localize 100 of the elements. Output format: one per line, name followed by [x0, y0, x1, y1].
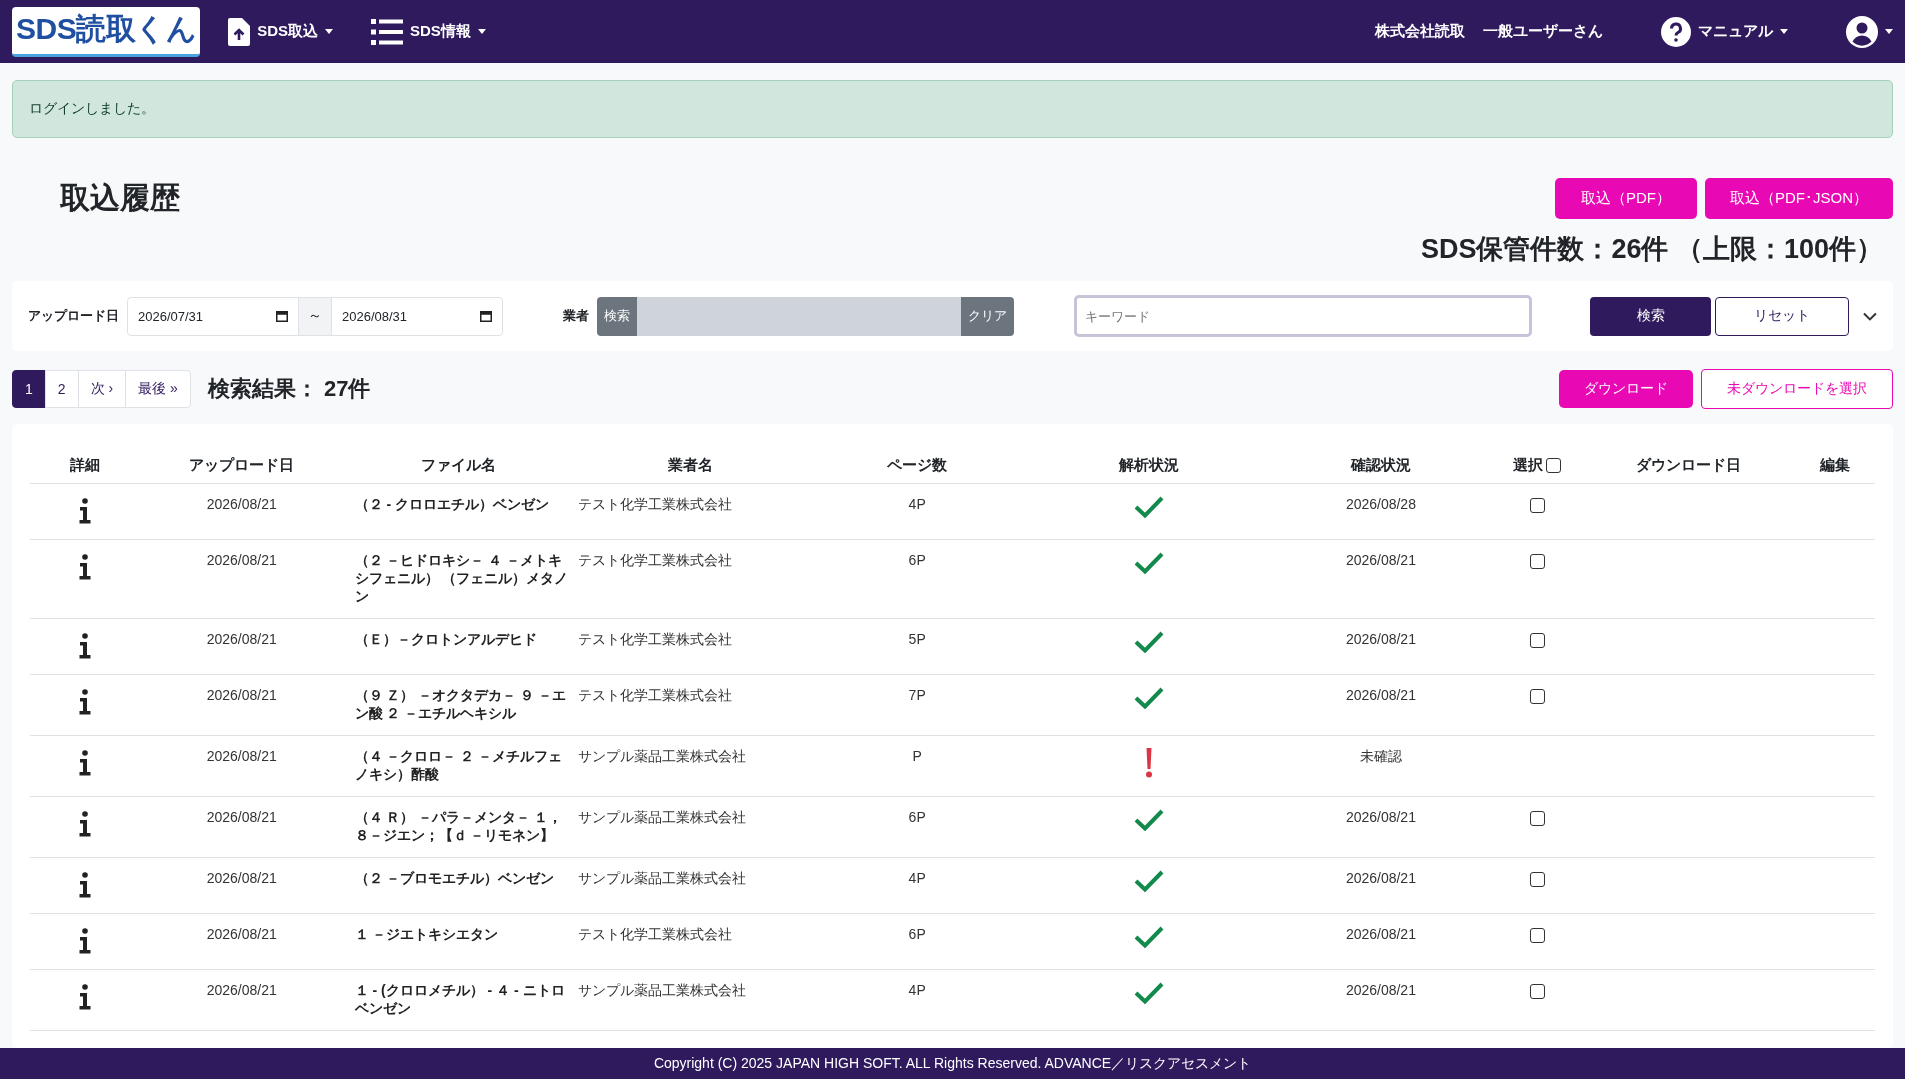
page-link[interactable]: 次 ›	[77, 370, 127, 408]
upload-date: 2026/08/21	[206, 748, 277, 764]
upload-date: 2026/08/21	[206, 982, 277, 998]
nav-menu[interactable]: SDS取込	[218, 17, 344, 46]
column-header: ファイル名	[420, 456, 496, 473]
upload-date: 2026/08/21	[206, 809, 277, 825]
file-name: （２ －ブロモエチル）ベンゼン	[354, 870, 555, 886]
vendor-search-button[interactable]: 検索	[597, 296, 637, 336]
check-icon	[1134, 552, 1165, 574]
info-icon[interactable]	[79, 928, 92, 954]
row-checkbox[interactable]	[1529, 553, 1545, 569]
vendor-field[interactable]	[637, 296, 961, 336]
vendor-name: テスト化学工業株式会社	[578, 496, 733, 512]
list-icon	[371, 18, 404, 45]
column-header: ページ数	[887, 456, 948, 473]
column-header: 詳細	[70, 456, 101, 473]
page-count: 7P	[908, 687, 926, 703]
vendor-name: テスト化学工業株式会社	[578, 687, 733, 703]
column-header: アップロード日	[189, 456, 295, 473]
file-name: （Ｅ）－クロトンアルデヒド	[354, 631, 537, 647]
vendor-name: テスト化学工業株式会社	[578, 926, 733, 942]
confirm-status: 2026/08/21	[1345, 687, 1416, 703]
upload-date: 2026/08/21	[206, 496, 277, 512]
caret-icon	[1885, 29, 1893, 34]
file-name: （４ －クロロ－ ２ －メチルフェノキシ）酢酸	[354, 748, 563, 782]
copyright-text: Copyright (C) 2025 JAPAN HIGH SOFT. ALL Rights Reserved. ADVANCE／リスクアセスメント	[653, 1054, 1252, 1073]
nav-menu[interactable]: SDS情報	[361, 18, 496, 45]
info-icon[interactable]	[79, 498, 92, 524]
info-icon[interactable]	[79, 750, 92, 776]
select-undownloaded-button[interactable]: 未ダウンロードを選択	[1701, 369, 1893, 409]
confirm-status: 2026/08/21	[1345, 926, 1416, 942]
row-checkbox[interactable]	[1529, 871, 1545, 887]
upload-date: 2026/08/21	[206, 552, 277, 568]
page-link[interactable]: 1	[12, 370, 46, 408]
row-checkbox[interactable]	[1529, 810, 1545, 826]
reset-button[interactable]: リセット	[1715, 296, 1850, 336]
confirm-status: 2026/08/21	[1345, 870, 1416, 886]
check-icon	[1134, 496, 1165, 518]
file-name: （２ －ヒドロキシ－ ４ －メトキシフェニル） （フェニル）メタノン	[354, 552, 569, 604]
caret-icon	[325, 29, 334, 34]
check-icon	[1134, 926, 1165, 948]
page-link[interactable]: 2	[44, 370, 79, 408]
upload-date: 2026/08/21	[206, 687, 277, 703]
column-header: 選択	[1513, 456, 1544, 475]
row-checkbox[interactable]	[1529, 983, 1545, 999]
file-name: （４ Ｒ） －パラ－メンタ－ １，８－ジエン；【ｄ －リモネン】	[354, 809, 563, 843]
vendor-name: サンプル薬品工業株式会社	[578, 809, 747, 825]
page-count: 6P	[908, 552, 926, 568]
vendor-name: テスト化学工業株式会社	[578, 631, 733, 647]
upload-date: 2026/08/21	[206, 631, 277, 647]
import-button[interactable]: 取込（PDF）	[1555, 178, 1697, 219]
row-checkbox[interactable]	[1529, 688, 1545, 704]
info-icon[interactable]	[79, 633, 92, 659]
confirm-status: 未確認	[1359, 748, 1402, 764]
column-header: ダウンロード日	[1635, 456, 1741, 473]
file-name: １ - (クロロメチル） - ４ - ニトロベンゼン	[354, 982, 565, 1016]
alert-message: ログインしました。	[29, 100, 155, 116]
page-link[interactable]: 最後 »	[125, 370, 191, 408]
keyword-field[interactable]: キーワード	[1074, 295, 1533, 337]
page-count: 6P	[908, 809, 926, 825]
row-checkbox[interactable]	[1529, 497, 1545, 513]
file-upload-icon	[228, 17, 251, 46]
result-count: 検索結果： 27件	[207, 375, 371, 403]
vendor-clear-button[interactable]: クリア	[961, 296, 1014, 336]
confirm-status: 2026/08/21	[1345, 809, 1416, 825]
row-checkbox[interactable]	[1529, 632, 1545, 648]
info-icon[interactable]	[79, 689, 92, 715]
manual-menu[interactable]: マニュアル	[1651, 16, 1798, 47]
info-icon[interactable]	[79, 984, 92, 1010]
page-title: 取込履歴	[60, 180, 180, 216]
file-name: （２ - クロロエチル）ベンゼン	[354, 496, 549, 512]
exclamation-icon	[1145, 748, 1154, 778]
check-icon	[1134, 870, 1165, 892]
download-button[interactable]: ダウンロード	[1559, 370, 1693, 408]
confirm-status: 2026/08/28	[1345, 496, 1416, 512]
help-icon	[1661, 16, 1691, 47]
column-header: 解析状況	[1119, 456, 1180, 473]
check-icon	[1134, 809, 1165, 831]
caret-icon	[1780, 29, 1788, 34]
page-count: P	[912, 748, 922, 764]
info-icon[interactable]	[79, 872, 92, 898]
info-icon[interactable]	[79, 554, 92, 580]
confirm-status: 2026/08/21	[1345, 631, 1416, 647]
info-icon[interactable]	[79, 811, 92, 837]
chevron-down-icon	[1863, 311, 1877, 321]
vendor-name: サンプル薬品工業株式会社	[578, 870, 747, 886]
app-logo[interactable]: SDS読取くん	[12, 6, 201, 57]
date-label: アップロード日	[28, 307, 119, 325]
page-count: 6P	[908, 926, 926, 942]
search-button[interactable]: 検索	[1590, 296, 1712, 336]
confirm-status: 2026/08/21	[1345, 982, 1416, 998]
file-name: （９ Ｚ） －オクタデカ－ ９ －エン酸 ２ －エチルヘキシル	[354, 687, 567, 721]
import-button[interactable]: 取込（PDF･JSON）	[1705, 178, 1893, 219]
column-header: 編集	[1819, 456, 1850, 473]
vendor-name: サンプル薬品工業株式会社	[578, 748, 747, 764]
row-checkbox[interactable]	[1529, 927, 1545, 943]
page-count: 4P	[908, 870, 926, 886]
page-count: 4P	[908, 982, 926, 998]
select-all-checkbox[interactable]	[1546, 458, 1562, 473]
vendor-name: テスト化学工業株式会社	[578, 552, 733, 568]
